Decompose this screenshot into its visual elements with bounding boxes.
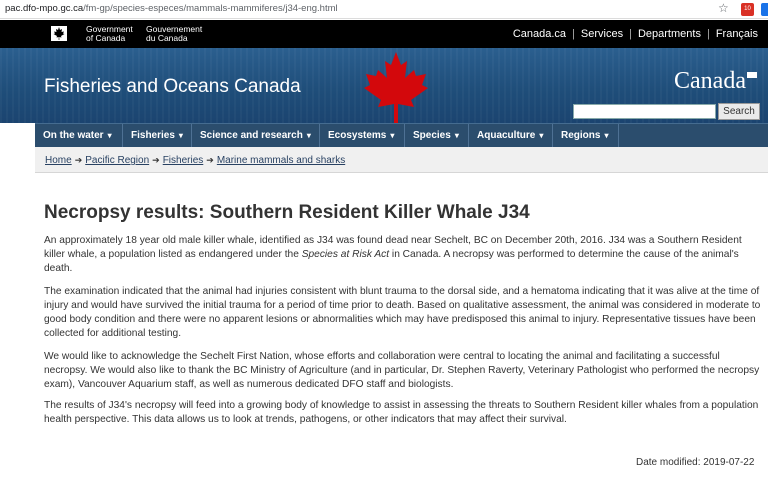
chevron-down-icon: ▾ xyxy=(178,131,183,140)
arrow-right-icon: ➔ xyxy=(152,155,160,165)
gouvernement-du-canada-label[interactable]: Gouvernement du Canada xyxy=(146,25,202,43)
government-of-canada-label[interactable]: Government of Canada xyxy=(86,25,133,43)
bookmark-star-icon[interactable]: ☆ xyxy=(718,1,729,15)
extension-icon-2[interactable] xyxy=(761,3,768,16)
menu-item-species[interactable]: Species ▾ xyxy=(405,124,469,148)
main-menu: On the water ▾ Fisheries ▾ Science and res… xyxy=(35,123,768,148)
menu-item-on-the-water[interactable]: On the water ▾ xyxy=(35,124,123,148)
breadcrumb-marine-mammals[interactable]: Marine mammals and sharks xyxy=(217,155,345,166)
menu-item-science-and-research[interactable]: Science and research ▾ xyxy=(192,124,320,148)
menu-label: Aquaculture xyxy=(477,130,536,141)
page-title: Necropsy results: Southern Resident Kill… xyxy=(44,202,530,223)
site-title[interactable]: Fisheries and Oceans Canada xyxy=(44,76,301,98)
breadcrumb-pacific-region[interactable]: Pacific Region xyxy=(85,155,149,166)
species-at-risk-act-text: Species at Risk Act xyxy=(301,249,390,260)
url-text[interactable]: pac.dfo-mpo.gc.ca/fm-gp/species-especes/… xyxy=(5,3,338,14)
menu-label: On the water xyxy=(43,130,104,141)
menu-item-fisheries[interactable]: Fisheries ▾ xyxy=(123,124,192,148)
url-host: pac.dfo-mpo.gc.ca xyxy=(5,3,84,14)
canada-wordmark: Canada xyxy=(674,68,757,95)
separator: | xyxy=(706,28,710,40)
federal-identity-bar: Government of Canada Gouvernement du Can… xyxy=(0,20,768,48)
menu-label: Science and research xyxy=(200,130,303,141)
fip-links: Canada.ca | Services | Departments | Français xyxy=(513,28,758,40)
chevron-down-icon: ▾ xyxy=(604,131,609,140)
wordmark-flag-icon xyxy=(746,72,757,78)
canada-ca-link[interactable]: Canada.ca xyxy=(513,28,566,40)
gov-en-line2: of Canada xyxy=(86,33,126,43)
arrow-right-icon: ➔ xyxy=(206,155,214,165)
menu-item-regions[interactable]: Regions ▾ xyxy=(553,124,619,148)
search-input[interactable] xyxy=(573,104,716,119)
extension-icon[interactable]: 10 xyxy=(741,3,754,16)
chevron-down-icon: ▾ xyxy=(539,131,544,140)
date-modified: Date modified: 2019-07-22 xyxy=(636,457,755,468)
menu-item-ecosystems[interactable]: Ecosystems ▾ xyxy=(320,124,405,148)
paragraph-2: The examination indicated that the anima… xyxy=(44,286,761,339)
gov-fr-line2: du Canada xyxy=(146,33,188,43)
breadcrumb: Home ➔ Pacific Region ➔ Fisheries ➔ Marine mam… xyxy=(35,147,768,173)
breadcrumb-home[interactable]: Home xyxy=(45,155,72,166)
chevron-down-icon: ▾ xyxy=(306,131,311,140)
chevron-down-icon: ▾ xyxy=(390,131,395,140)
menu-label: Fisheries xyxy=(131,130,175,141)
maple-leaf-icon xyxy=(364,52,428,123)
paragraph-4: The results of J34's necropsy will feed … xyxy=(44,400,759,425)
arrow-right-icon: ➔ xyxy=(74,155,83,165)
chevron-down-icon: ▾ xyxy=(454,131,459,140)
wordmark-text: Canada xyxy=(674,68,746,94)
menu-label: Regions xyxy=(561,130,601,141)
breadcrumb-fisheries[interactable]: Fisheries xyxy=(163,155,204,166)
departments-link[interactable]: Departments xyxy=(638,28,701,40)
url-path: /fm-gp/species-especes/mammals-mammifere… xyxy=(83,3,338,14)
menu-label: Ecosystems xyxy=(328,130,387,141)
services-link[interactable]: Services xyxy=(581,28,623,40)
paragraph-1: An approximately 18 year old male killer… xyxy=(44,234,764,276)
menu-item-aquaculture[interactable]: Aquaculture ▾ xyxy=(469,124,553,148)
browser-address-bar[interactable]: pac.dfo-mpo.gc.ca/fm-gp/species-especes/… xyxy=(0,0,768,19)
canada-flag-icon xyxy=(44,26,74,41)
separator: | xyxy=(572,28,575,40)
paragraph-3: We would like to acknowledge the Sechelt… xyxy=(44,351,760,390)
separator: | xyxy=(629,28,632,40)
francais-link[interactable]: Français xyxy=(716,28,758,40)
search-button[interactable]: Search xyxy=(718,103,760,120)
menu-label: Species xyxy=(413,130,451,141)
chevron-down-icon: ▾ xyxy=(107,131,112,140)
